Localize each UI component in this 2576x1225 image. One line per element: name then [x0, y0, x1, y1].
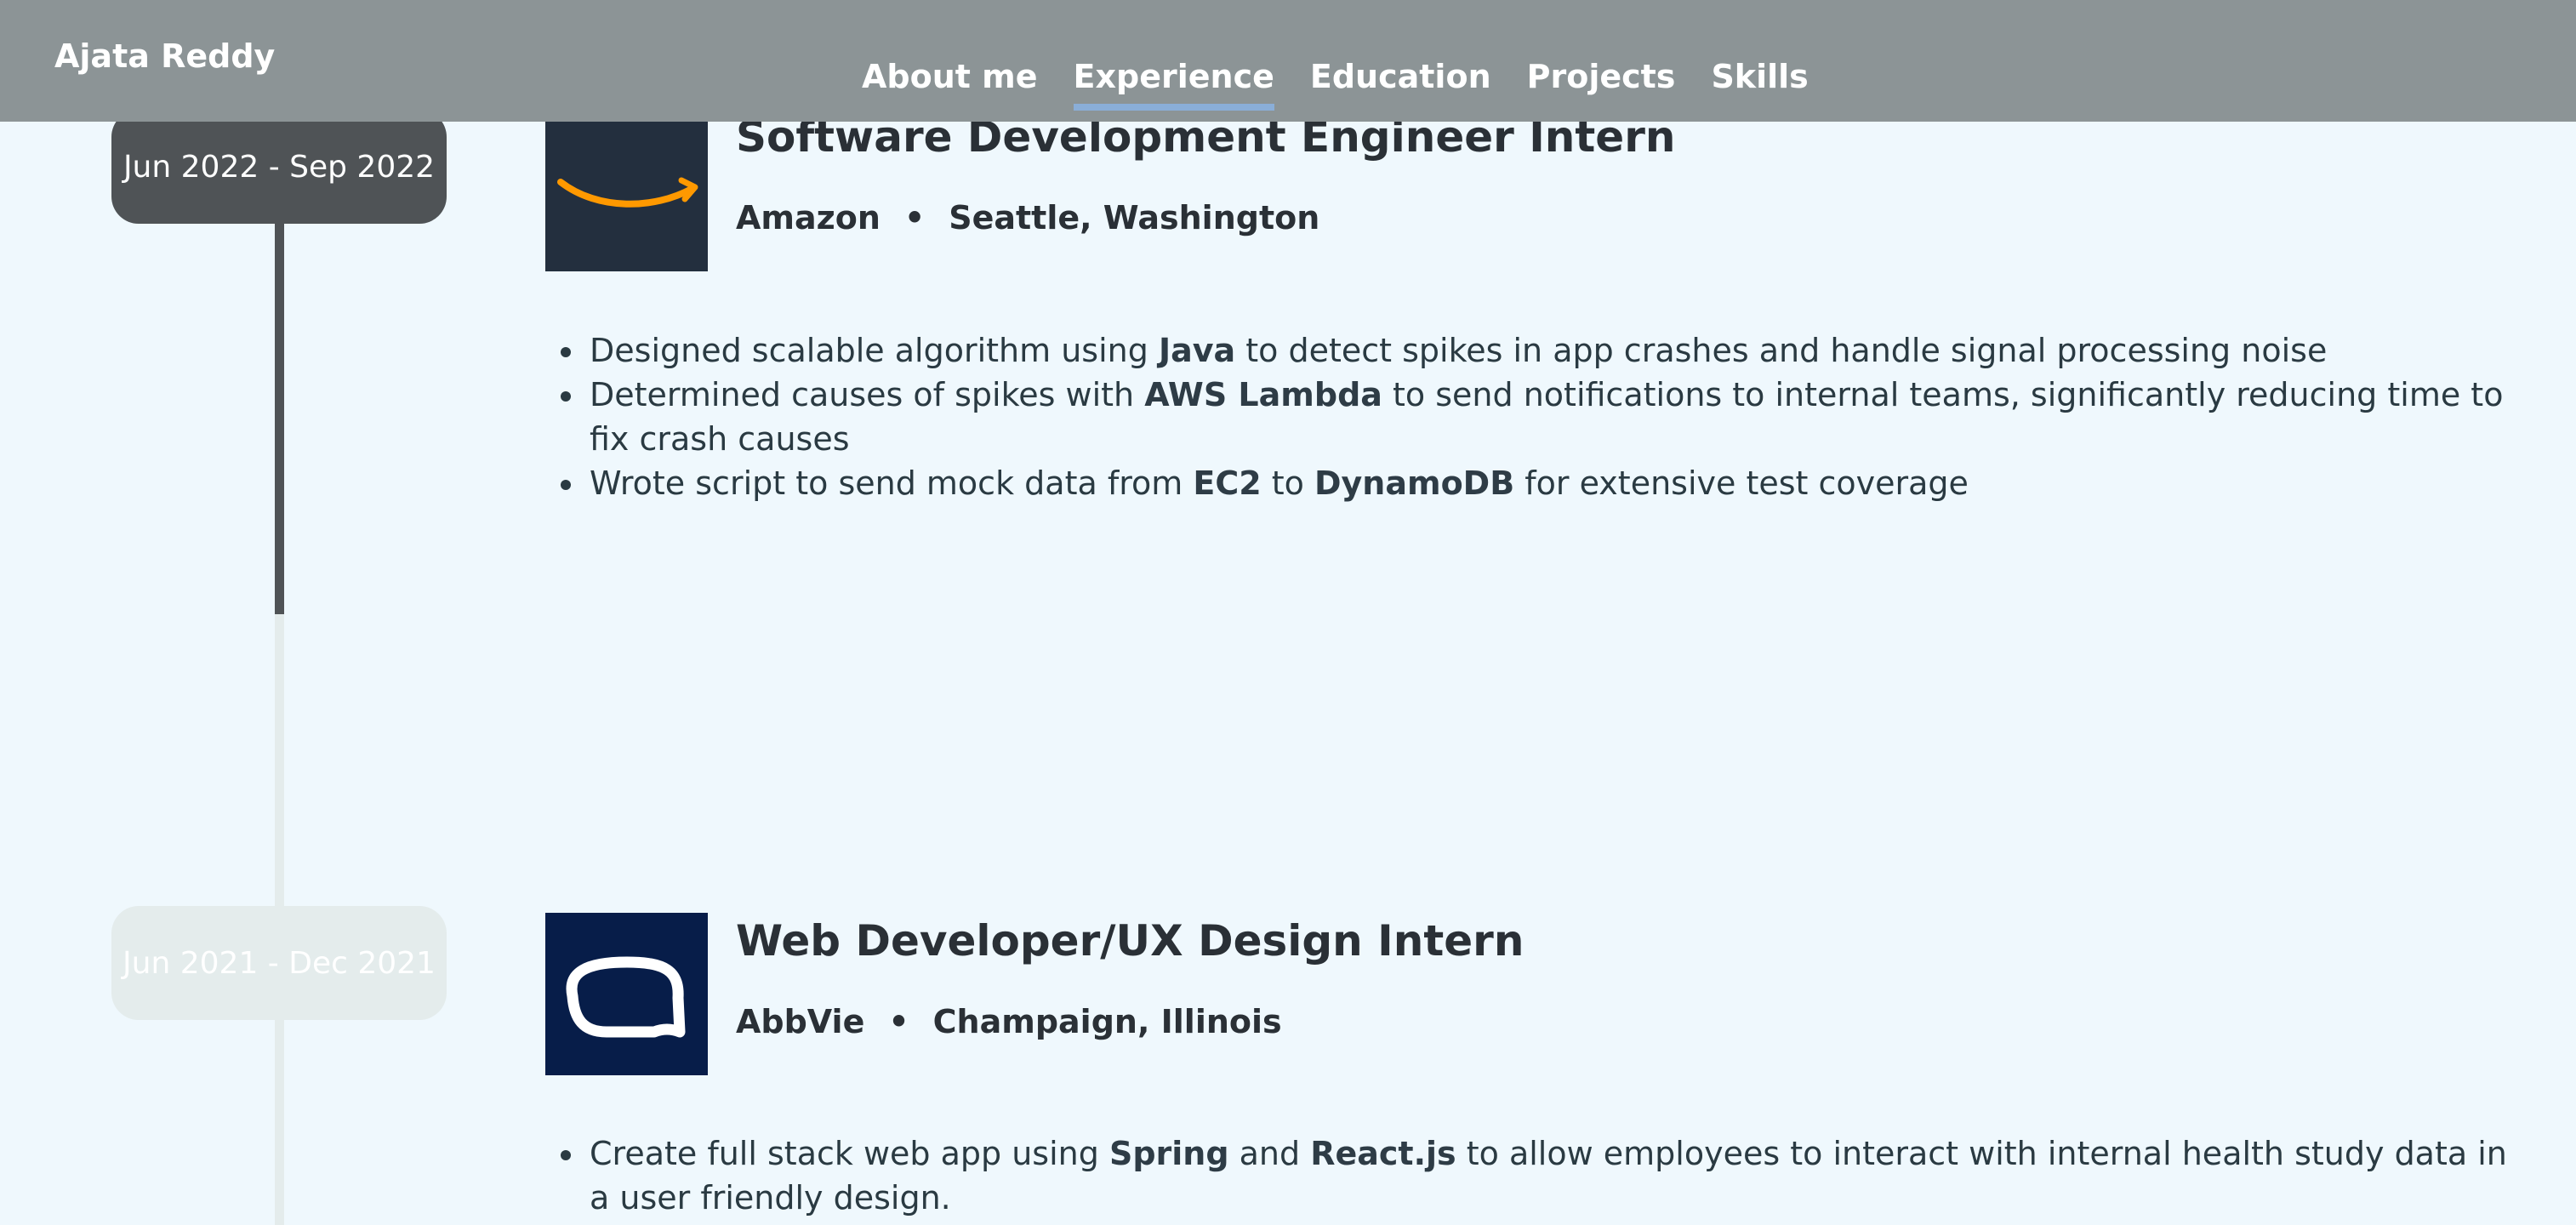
job-bullets: Designed scalable algorithm using Java t… — [557, 328, 2534, 505]
nav-link-about-me[interactable]: About me — [862, 53, 1038, 100]
site-brand[interactable]: Ajata Reddy — [54, 37, 275, 75]
nav-link-experience[interactable]: Experience — [1073, 53, 1275, 111]
company-name: AbbVie — [736, 1003, 865, 1040]
company-name: Amazon — [736, 199, 881, 236]
job-meta: AbbVie • Champaign, Illinois — [736, 1003, 1282, 1040]
abbvie-a-icon — [566, 956, 686, 1038]
list-item: Create full stack web app using Spring a… — [586, 1131, 2534, 1220]
timeline-date-inactive: Jun 2021 - Dec 2021 — [111, 906, 447, 1020]
list-item: Wrote script to send mock data from EC2 … — [586, 461, 2534, 505]
nav-link-education[interactable]: Education — [1310, 53, 1491, 100]
nav-link-skills[interactable]: Skills — [1711, 53, 1808, 100]
timeline-progress-line — [275, 223, 284, 614]
meta-separator: • — [903, 199, 926, 236]
job-meta: Amazon • Seattle, Washington — [736, 199, 1319, 236]
job-location: Champaign, Illinois — [932, 1003, 1282, 1040]
abbvie-logo — [545, 913, 708, 1075]
job-title: Web Developer/UX Design Intern — [736, 916, 1525, 966]
top-navbar: Ajata Reddy About me Experience Educatio… — [0, 0, 2576, 122]
job-location: Seattle, Washington — [949, 199, 1320, 236]
amazon-logo — [545, 109, 708, 271]
amazon-smile-icon — [557, 177, 698, 208]
job-bullets: Create full stack web app using Spring a… — [557, 1131, 2534, 1220]
list-item: Designed scalable algorithm using Java t… — [586, 328, 2534, 373]
nav-links: About me Experience Education Projects S… — [862, 53, 1809, 111]
nav-link-projects[interactable]: Projects — [1527, 53, 1676, 100]
timeline-date-active: Jun 2022 - Sep 2022 — [111, 110, 447, 224]
list-item: Determined causes of spikes with AWS Lam… — [586, 373, 2534, 461]
meta-separator: • — [888, 1003, 909, 1040]
